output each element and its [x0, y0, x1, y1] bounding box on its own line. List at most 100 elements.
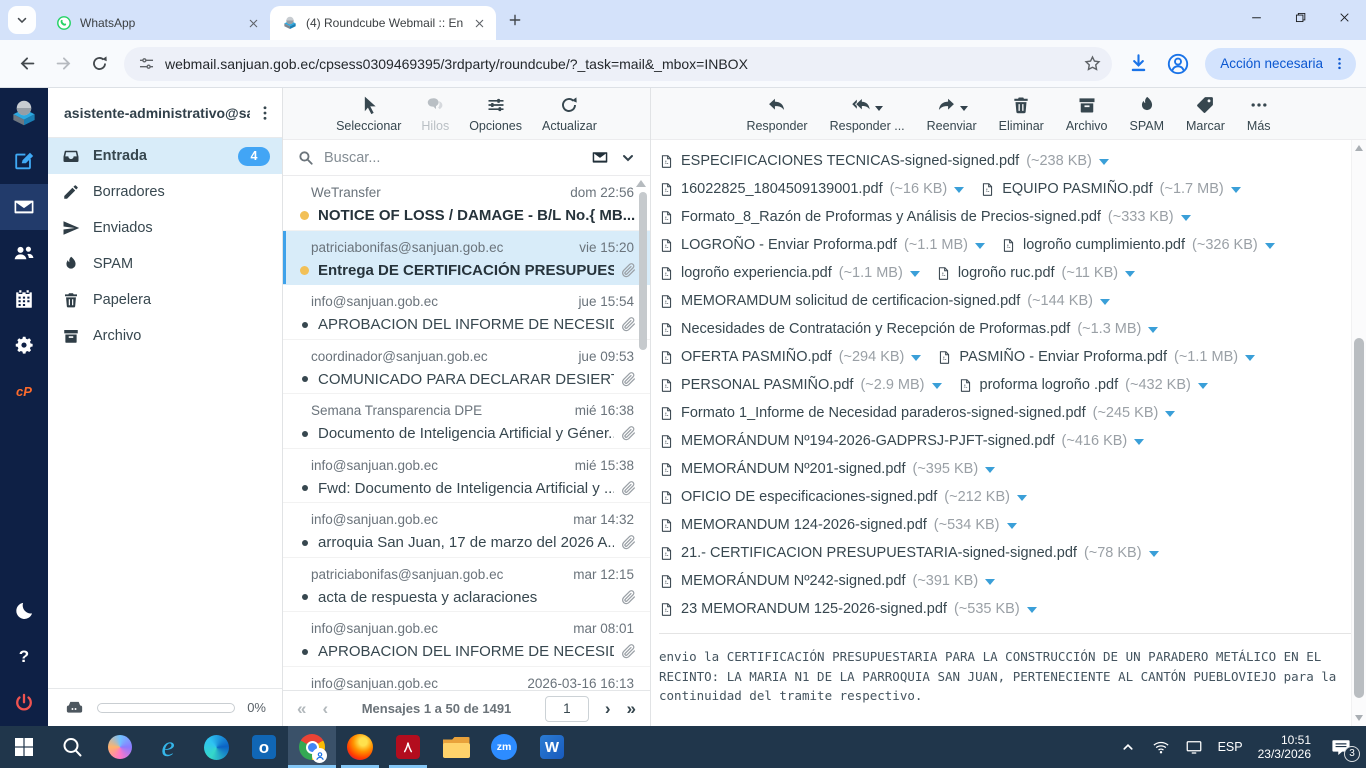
attachment-name[interactable]: EQUIPO PASMIÑO.pdf: [1002, 181, 1152, 197]
attachment-name[interactable]: Necesidades de Contratación y Recepción …: [681, 321, 1070, 337]
reader-scrollbar-thumb[interactable]: [1354, 338, 1364, 698]
attachment-name[interactable]: 16022825_1804509139001.pdf: [681, 181, 883, 197]
language-indicator[interactable]: ESP: [1218, 740, 1243, 754]
page-number-input[interactable]: 1: [544, 695, 589, 722]
folder-item-papelera[interactable]: Papelera: [48, 282, 282, 318]
tab-whatsapp[interactable]: WhatsApp: [44, 6, 270, 40]
taskbar-search-button[interactable]: [48, 726, 96, 768]
attachment-item[interactable]: logroño experiencia.pdf (~1.1 MB): [659, 264, 920, 283]
forward-button[interactable]: Reenviar: [927, 95, 977, 133]
attachment-name[interactable]: logroño cumplimiento.pdf: [1023, 237, 1185, 253]
attachment-name[interactable]: MEMORÁNDUM Nº201-signed.pdf: [681, 461, 905, 477]
mail-nav-button[interactable]: [0, 184, 48, 230]
compose-button[interactable]: [0, 138, 48, 184]
attachment-menu-caret-icon[interactable]: [1026, 607, 1037, 613]
attachment-menu-caret-icon[interactable]: [1165, 411, 1176, 417]
close-button[interactable]: [1322, 0, 1366, 34]
message-row[interactable]: info@sanjuan.gob.ec 2026-03-16 16:13: [283, 667, 650, 691]
taskbar-chrome-button[interactable]: [288, 726, 336, 768]
reply-all-button[interactable]: Responder ...: [830, 95, 905, 133]
attachment-item[interactable]: MEMORÁNDUM Nº194-2026-GADPRSJ-PJFT-signe…: [659, 432, 1145, 451]
attachment-name[interactable]: MEMORAMDUM solicitud de certificacion-si…: [681, 293, 1020, 309]
attachment-name[interactable]: MEMORÁNDUM Nº242-signed.pdf: [681, 573, 905, 589]
new-tab-button[interactable]: [500, 5, 530, 35]
attachment-menu-caret-icon[interactable]: [911, 355, 922, 361]
address-bar[interactable]: webmail.sanjuan.gob.ec/cpsess0309469395/…: [124, 46, 1113, 81]
attachment-menu-caret-icon[interactable]: [1099, 299, 1110, 305]
reader-scrollbar[interactable]: [1351, 140, 1366, 726]
attachment-menu-caret-icon[interactable]: [1134, 439, 1145, 445]
attachment-name[interactable]: 23 MEMORANDUM 125-2026-signed.pdf: [681, 601, 947, 617]
calendar-nav-button[interactable]: [0, 276, 48, 322]
attachment-menu-caret-icon[interactable]: [1148, 551, 1159, 557]
attachment-item[interactable]: 21.- CERTIFICACION PRESUPUESTARIA-signed…: [659, 544, 1159, 563]
attachment-menu-caret-icon[interactable]: [909, 271, 920, 277]
attachment-item[interactable]: logroño ruc.pdf (~11 KB): [936, 264, 1136, 283]
folder-item-enviados[interactable]: Enviados: [48, 210, 282, 246]
list-scroll-up-icon[interactable]: [636, 180, 646, 187]
attachment-item[interactable]: EQUIPO PASMIÑO.pdf (~1.7 MB): [980, 180, 1241, 199]
attachment-menu-caret-icon[interactable]: [1264, 243, 1275, 249]
reload-button[interactable]: [82, 47, 116, 81]
wifi-icon[interactable]: [1152, 738, 1170, 756]
taskbar-zoom-button[interactable]: zm: [480, 726, 528, 768]
attachment-name[interactable]: 21.- CERTIFICACION PRESUPUESTARIA-signed…: [681, 545, 1077, 561]
attachment-item[interactable]: Formato 1_Informe de Necesidad paraderos…: [659, 404, 1176, 423]
scroll-up-icon[interactable]: [1355, 145, 1363, 151]
tab-search-button[interactable]: [8, 6, 36, 34]
contacts-nav-button[interactable]: [0, 230, 48, 276]
settings-nav-button[interactable]: [0, 322, 48, 368]
attachment-item[interactable]: 23 MEMORANDUM 125-2026-signed.pdf (~535 K…: [659, 600, 1037, 619]
attachment-name[interactable]: PASMIÑO - Enviar Proforma.pdf: [959, 349, 1167, 365]
attachment-menu-caret-icon[interactable]: [1197, 383, 1208, 389]
attachment-menu-caret-icon[interactable]: [1148, 327, 1159, 333]
threads-button[interactable]: Hilos: [421, 95, 449, 133]
attachment-menu-caret-icon[interactable]: [975, 243, 986, 249]
tab-close-icon[interactable]: [245, 15, 262, 32]
refresh-button[interactable]: Actualizar: [542, 95, 597, 133]
attachment-item[interactable]: Formato_8_Razón de Proformas y Análisis …: [659, 208, 1191, 227]
tab-roundcube[interactable]: (4) Roundcube Webmail :: Entra: [270, 6, 496, 40]
clock[interactable]: 10:51 23/3/2026: [1258, 733, 1311, 761]
attachment-item[interactable]: OFERTA PASMIÑO.pdf (~294 KB): [659, 348, 922, 367]
attachment-item[interactable]: MEMORÁNDUM Nº201-signed.pdf (~395 KB): [659, 460, 996, 479]
folder-options-kebab-icon[interactable]: [256, 104, 274, 122]
cpanel-button[interactable]: cP: [0, 368, 48, 414]
attachment-name[interactable]: PERSONAL PASMIÑO.pdf: [681, 377, 853, 393]
attachment-name[interactable]: OFERTA PASMIÑO.pdf: [681, 349, 832, 365]
attachment-item[interactable]: MEMORÁNDUM Nº242-signed.pdf (~391 KB): [659, 572, 996, 591]
attachment-menu-caret-icon[interactable]: [985, 467, 996, 473]
search-input[interactable]: [324, 149, 580, 166]
archive-button[interactable]: Archivo: [1066, 95, 1108, 133]
attachment-item[interactable]: Necesidades de Contratación y Recepción …: [659, 320, 1159, 339]
profile-icon[interactable]: [1166, 52, 1190, 76]
attachment-name[interactable]: ESPECIFICACIONES TECNICAS-signed-signed.…: [681, 153, 1019, 169]
attachment-name[interactable]: Formato_8_Razón de Proformas y Análisis …: [681, 209, 1101, 225]
taskbar-edge-button[interactable]: [192, 726, 240, 768]
next-page-button[interactable]: ›: [605, 700, 611, 717]
tab-close-icon[interactable]: [471, 15, 488, 32]
folder-item-borradores[interactable]: Borradores: [48, 174, 282, 210]
attachment-menu-caret-icon[interactable]: [1245, 355, 1256, 361]
display-icon[interactable]: [1185, 738, 1203, 756]
message-row[interactable]: WeTransfer dom 22:56 NOTICE OF LOSS / DAMA…: [283, 176, 650, 231]
attachment-item[interactable]: LOGROÑO - Enviar Proforma.pdf (~1.1 MB): [659, 236, 986, 255]
list-scrollbar-thumb[interactable]: [639, 192, 647, 350]
message-row[interactable]: info@sanjuan.gob.ec mié 15:38 Fwd: Documen…: [283, 449, 650, 503]
folder-item-spam[interactable]: SPAM: [48, 246, 282, 282]
attachment-menu-caret-icon[interactable]: [1016, 495, 1027, 501]
attachment-menu-caret-icon[interactable]: [931, 383, 942, 389]
attachment-menu-caret-icon[interactable]: [1180, 215, 1191, 221]
attachment-item[interactable]: PERSONAL PASMIÑO.pdf (~2.9 MB): [659, 376, 942, 395]
attachment-menu-caret-icon[interactable]: [1006, 523, 1017, 529]
attachment-name[interactable]: OFICIO DE especificaciones-signed.pdf: [681, 489, 937, 505]
attachment-menu-caret-icon[interactable]: [954, 187, 965, 193]
attachment-menu-caret-icon[interactable]: [1125, 271, 1136, 277]
message-row[interactable]: info@sanjuan.gob.ec jue 15:54 APROBACION D…: [283, 285, 650, 340]
minimize-button[interactable]: [1234, 0, 1278, 34]
action-needed-button[interactable]: Acción necesaria: [1205, 47, 1356, 80]
tray-chevron-up-icon[interactable]: [1119, 738, 1137, 756]
attachment-menu-caret-icon[interactable]: [1098, 159, 1109, 165]
taskbar-explorer-button[interactable]: [432, 726, 480, 768]
attachment-name[interactable]: MEMORÁNDUM Nº194-2026-GADPRSJ-PJFT-signe…: [681, 433, 1055, 449]
